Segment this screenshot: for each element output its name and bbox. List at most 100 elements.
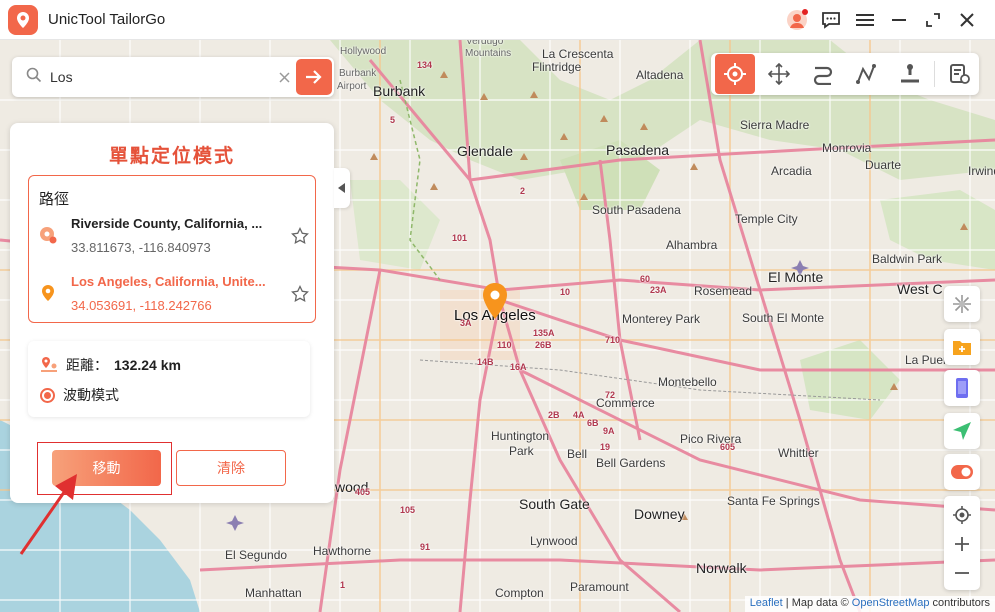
map-place-label: West C [897, 281, 943, 297]
osm-link[interactable]: OpenStreetMap [852, 597, 930, 609]
attribution-contributors: contributors [932, 597, 990, 609]
collapse-panel-button[interactable] [334, 168, 350, 208]
destination-pin-icon [39, 284, 57, 302]
map-place-label: Hollywood [340, 46, 387, 57]
joystick-mode-button[interactable] [759, 54, 799, 94]
route-destination-item[interactable]: Los Angeles, California, Unite... 34.053… [39, 270, 309, 320]
favorite-star-icon[interactable] [291, 284, 309, 303]
search-go-button[interactable] [296, 59, 332, 95]
map-place-label: South Gate [519, 496, 590, 512]
search-box [12, 57, 334, 97]
multi-spot-mode-button[interactable] [846, 54, 886, 94]
attribution-text: | Map data © [785, 597, 849, 609]
highway-shield-label: 405 [355, 487, 371, 497]
clear-button[interactable]: 清除 [176, 450, 286, 486]
highway-shield-label: 60 [640, 274, 651, 284]
highway-shield-label: 6B [587, 418, 599, 428]
map-place-label: Downey [634, 506, 685, 522]
title-bar: UnicTool TailorGo [0, 0, 995, 40]
location-pin-icon[interactable] [481, 282, 509, 325]
panel-title: 單點定位模式 [108, 145, 235, 167]
map-place-label: Lynwood [530, 534, 578, 548]
app-title: UnicTool TailorGo [48, 11, 166, 28]
map-place-label: Bell Gardens [596, 456, 666, 470]
distance-icon [40, 356, 58, 375]
map-place-label: South El Monte [742, 311, 825, 325]
teleport-mode-button[interactable] [715, 54, 755, 94]
wave-mode-label: 波動模式 [63, 387, 119, 403]
mode-toolbar [711, 53, 979, 95]
highway-shield-label: 19 [600, 442, 611, 452]
map-place-label: Airport [337, 81, 367, 92]
map-place-label: El Segundo [225, 548, 288, 562]
import-gpx-button[interactable] [944, 329, 980, 365]
start-location-name: Riverside County, California, ... [71, 216, 263, 231]
destination-name: Los Angeles, California, Unite... [71, 274, 266, 289]
map-place-label: Baldwin Park [872, 252, 943, 266]
locate-me-icon[interactable] [944, 500, 980, 530]
minimize-icon[interactable] [883, 4, 915, 36]
highway-shield-label: 101 [452, 233, 468, 243]
map-attribution: Leaflet | Map data © OpenStreetMap contr… [744, 596, 995, 612]
distance-label: 距離： [66, 357, 108, 373]
leaflet-link[interactable]: Leaflet [750, 597, 783, 609]
maximize-icon[interactable] [917, 4, 949, 36]
map-place-label: Arcadia [771, 164, 812, 178]
device-button[interactable] [944, 370, 980, 406]
route-label: 路徑 [39, 191, 70, 208]
highway-shield-label: 26B [535, 340, 552, 350]
map-place-label: Flintridge [532, 60, 582, 74]
map-place-label: Monterey Park [622, 312, 701, 326]
route-start-item[interactable]: Riverside County, California, ... 33.811… [39, 212, 309, 262]
zoom-controls [944, 496, 980, 590]
map-place-label: Alhambra [666, 238, 718, 252]
map-place-label: Altadena [636, 68, 684, 82]
wave-mode-option[interactable]: 波動模式 [40, 385, 119, 405]
two-spot-mode-button[interactable] [803, 54, 843, 94]
map-place-label: Temple City [735, 212, 798, 226]
distance-row: 距離： 132.24 km [40, 355, 181, 375]
toggle-switch-button[interactable] [944, 454, 980, 490]
highway-shield-label: 2 [520, 186, 526, 196]
jump-teleport-button[interactable] [890, 54, 930, 94]
clear-search-icon[interactable] [274, 67, 294, 87]
toolbar-separator [934, 61, 936, 87]
map-place-label: Paramount [570, 580, 629, 594]
highway-shield-label: 91 [420, 542, 431, 552]
destination-coords: 34.053691, -118.242766 [71, 298, 212, 313]
map-place-label: El Monte [768, 269, 824, 285]
start-location-icon [39, 226, 57, 244]
favorite-star-icon[interactable] [291, 226, 309, 245]
map-place-label: Pasadena [606, 142, 670, 158]
user-avatar-icon[interactable] [781, 4, 813, 36]
zoom-out-icon[interactable] [944, 558, 980, 588]
highway-shield-label: 1 [340, 580, 346, 590]
distance-value: 132.24 km [114, 357, 181, 373]
wave-mode-radio[interactable] [40, 387, 55, 403]
map-place-label: Burbank [373, 83, 426, 99]
map-place-label: Huntington [491, 429, 550, 443]
feedback-icon[interactable] [815, 4, 847, 36]
map-place-label: South Pasadena [592, 203, 681, 217]
highway-shield-label: 16A [510, 362, 527, 372]
close-icon[interactable] [951, 4, 983, 36]
history-record-button[interactable] [939, 54, 979, 94]
highway-shield-label: 5 [390, 115, 396, 125]
annotation-arrow-icon [19, 474, 77, 555]
search-input[interactable] [50, 69, 270, 85]
zoom-in-icon[interactable] [944, 529, 980, 559]
map-place-label: Glendale [457, 143, 514, 159]
highway-shield-label: 135A [533, 328, 555, 338]
send-location-button[interactable] [944, 413, 980, 449]
highway-shield-label: 105 [400, 505, 416, 515]
cooldown-timer-button[interactable] [944, 286, 980, 322]
map-place-label: Irwindale [968, 164, 995, 178]
menu-icon[interactable] [849, 4, 881, 36]
map-place-label: Manhattan [245, 586, 302, 600]
highway-shield-label: 134 [417, 60, 433, 70]
map-place-label: Bell [567, 447, 588, 461]
highway-shield-label: 605 [720, 442, 736, 452]
highway-shield-label: 72 [605, 390, 616, 400]
map-place-label: Rosemead [694, 284, 753, 298]
map-place-label: Whittier [778, 446, 819, 460]
